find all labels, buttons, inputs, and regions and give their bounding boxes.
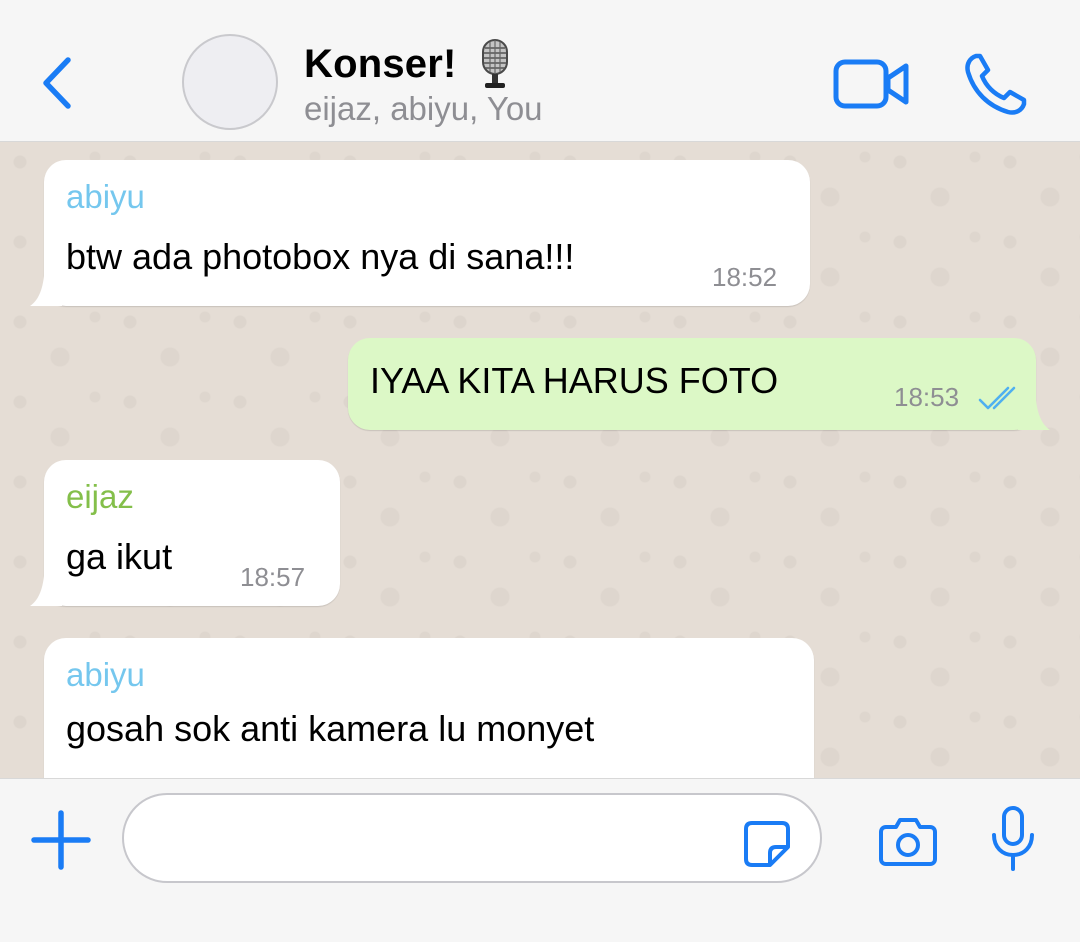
chat-title-row[interactable]: Konser! [304, 38, 515, 90]
studio-microphone-emoji-icon [475, 38, 515, 90]
chat-participants: eijaz, abiyu, You [304, 90, 543, 127]
message-sender: abiyu [66, 178, 145, 215]
message-text: btw ada photobox nya di sana!!! [66, 236, 575, 277]
plus-icon [31, 810, 91, 870]
group-avatar[interactable] [182, 34, 278, 130]
message-sender: abiyu [66, 656, 145, 693]
incoming-message[interactable]: eijaz ga ikut 18:57 [30, 460, 340, 606]
chat-title: Konser! [304, 41, 457, 86]
incoming-message[interactable]: abiyu btw ada photobox nya di sana!!! 18… [30, 160, 810, 306]
voice-call-button[interactable] [962, 52, 1028, 116]
back-button[interactable] [34, 50, 84, 116]
microphone-icon [992, 806, 1034, 871]
message-time: 18:52 [712, 262, 778, 292]
incoming-message[interactable]: abiyu gosah sok anti kamera lu monyet [44, 638, 814, 778]
read-receipt-icon [978, 386, 1016, 410]
bubble-tail [30, 276, 62, 306]
voice-note-button[interactable] [988, 805, 1038, 873]
message-sender: eijaz [66, 478, 134, 515]
message-text: gosah sok anti kamera lu monyet [66, 708, 595, 749]
attach-button[interactable] [30, 809, 92, 871]
message-text: IYAA KITA HARUS FOTO [370, 360, 779, 401]
message-composer [0, 778, 1080, 942]
message-input[interactable] [122, 793, 822, 883]
outgoing-message[interactable]: IYAA KITA HARUS FOTO 18:53 [348, 338, 1050, 430]
message-text: ga ikut [66, 536, 173, 577]
video-call-button[interactable] [832, 56, 912, 112]
back-chevron-icon [43, 57, 71, 109]
chat-header: Konser! eijaz, abiyu, You [0, 0, 1080, 142]
sticker-icon [744, 821, 790, 867]
camera-icon [879, 818, 937, 866]
video-call-icon [833, 59, 909, 109]
sticker-button[interactable] [742, 819, 792, 869]
camera-button[interactable] [878, 815, 938, 867]
message-time: 18:57 [240, 562, 306, 592]
bubble-tail [30, 576, 62, 606]
phone-call-icon [965, 53, 1027, 115]
message-time: 18:53 [894, 382, 960, 412]
message-list[interactable]: abiyu btw ada photobox nya di sana!!! 18… [0, 142, 1080, 778]
